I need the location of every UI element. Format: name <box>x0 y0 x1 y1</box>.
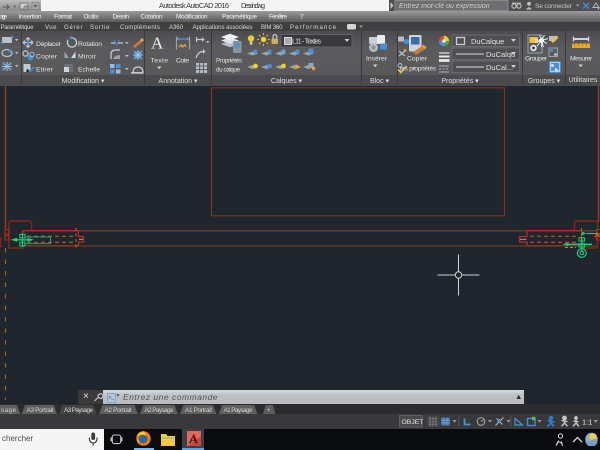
svg-text:BIM 360: BIM 360 <box>261 24 283 31</box>
svg-text:Modification: Modification <box>176 14 208 21</box>
svg-text:Texte: Texte <box>151 58 169 65</box>
svg-text:A3 Paysage: A3 Paysage <box>64 407 93 414</box>
svg-text:age: age <box>0 14 7 21</box>
svg-text:A: A <box>151 34 164 53</box>
svg-text:A3 Portrait: A3 Portrait <box>27 407 54 414</box>
svg-text:sage: sage <box>1 407 16 414</box>
svg-text:A1 Portrait: A1 Portrait <box>185 407 212 414</box>
svg-text:les propriétés: les propriétés <box>400 66 436 73</box>
svg-text:Cotation: Cotation <box>141 14 163 21</box>
svg-text:Applications associées: Applications associées <box>193 24 253 31</box>
svg-text:A2 Paysage: A2 Paysage <box>145 407 174 414</box>
svg-text:Grouper: Grouper <box>525 56 548 63</box>
svg-text:Déplacer: Déplacer <box>36 41 62 48</box>
svg-text:Insertion: Insertion <box>19 14 42 21</box>
svg-text:Outils: Outils <box>84 14 99 21</box>
svg-text:Format: Format <box>54 14 72 21</box>
svg-text:L11 - Textes: L11 - Textes <box>292 39 322 46</box>
svg-text:Vue: Vue <box>45 24 57 31</box>
svg-text:+: + <box>267 407 271 414</box>
svg-text:Propriétés: Propriétés <box>216 58 242 65</box>
svg-text:A2 Portrait: A2 Portrait <box>105 407 132 414</box>
svg-text:Paramétrique: Paramétrique <box>1 24 35 31</box>
svg-text:1:1: 1:1 <box>582 418 592 427</box>
svg-text:A360: A360 <box>169 24 184 31</box>
svg-text:Gérer: Gérer <box>64 24 83 31</box>
svg-text:Copier: Copier <box>36 54 58 61</box>
svg-text:Fenêtre: Fenêtre <box>269 14 287 21</box>
svg-text:Etirer: Etirer <box>36 67 54 74</box>
svg-text:A1 Paysage: A1 Paysage <box>224 407 253 414</box>
svg-text:OBJET: OBJET <box>402 419 424 426</box>
svg-text:Se connecter: Se connecter <box>535 3 573 10</box>
svg-text:du calque: du calque <box>216 67 240 74</box>
svg-text:?: ? <box>300 14 304 21</box>
svg-text:Autodesk AutoCAD 2016: Autodesk AutoCAD 2016 <box>159 1 229 10</box>
svg-text:Echelle: Echelle <box>78 67 100 74</box>
svg-text:Cote: Cote <box>176 58 189 65</box>
svg-text:Entrez mot-clé ou expression: Entrez mot-clé ou expression <box>399 3 490 10</box>
svg-text:Insérer: Insérer <box>366 56 388 63</box>
svg-text:Dessin: Dessin <box>113 14 130 21</box>
svg-text:DuCalqu: DuCalqu <box>486 50 515 59</box>
svg-text:Mesurer: Mesurer <box>570 56 593 63</box>
svg-text:DuCalque: DuCalque <box>471 37 504 46</box>
svg-text:Sortie: Sortie <box>90 24 110 31</box>
svg-text:Compléments: Compléments <box>120 24 160 31</box>
svg-text:Dessin.dwg: Dessin.dwg <box>241 1 265 10</box>
svg-text:Paramétrique: Paramétrique <box>222 14 257 21</box>
svg-text:Performance: Performance <box>290 24 337 31</box>
svg-text:Rotation: Rotation <box>78 41 102 48</box>
svg-text:Copier: Copier <box>407 56 428 63</box>
svg-text:Miroir: Miroir <box>78 54 97 61</box>
svg-text:DuCal...: DuCal... <box>486 63 513 72</box>
